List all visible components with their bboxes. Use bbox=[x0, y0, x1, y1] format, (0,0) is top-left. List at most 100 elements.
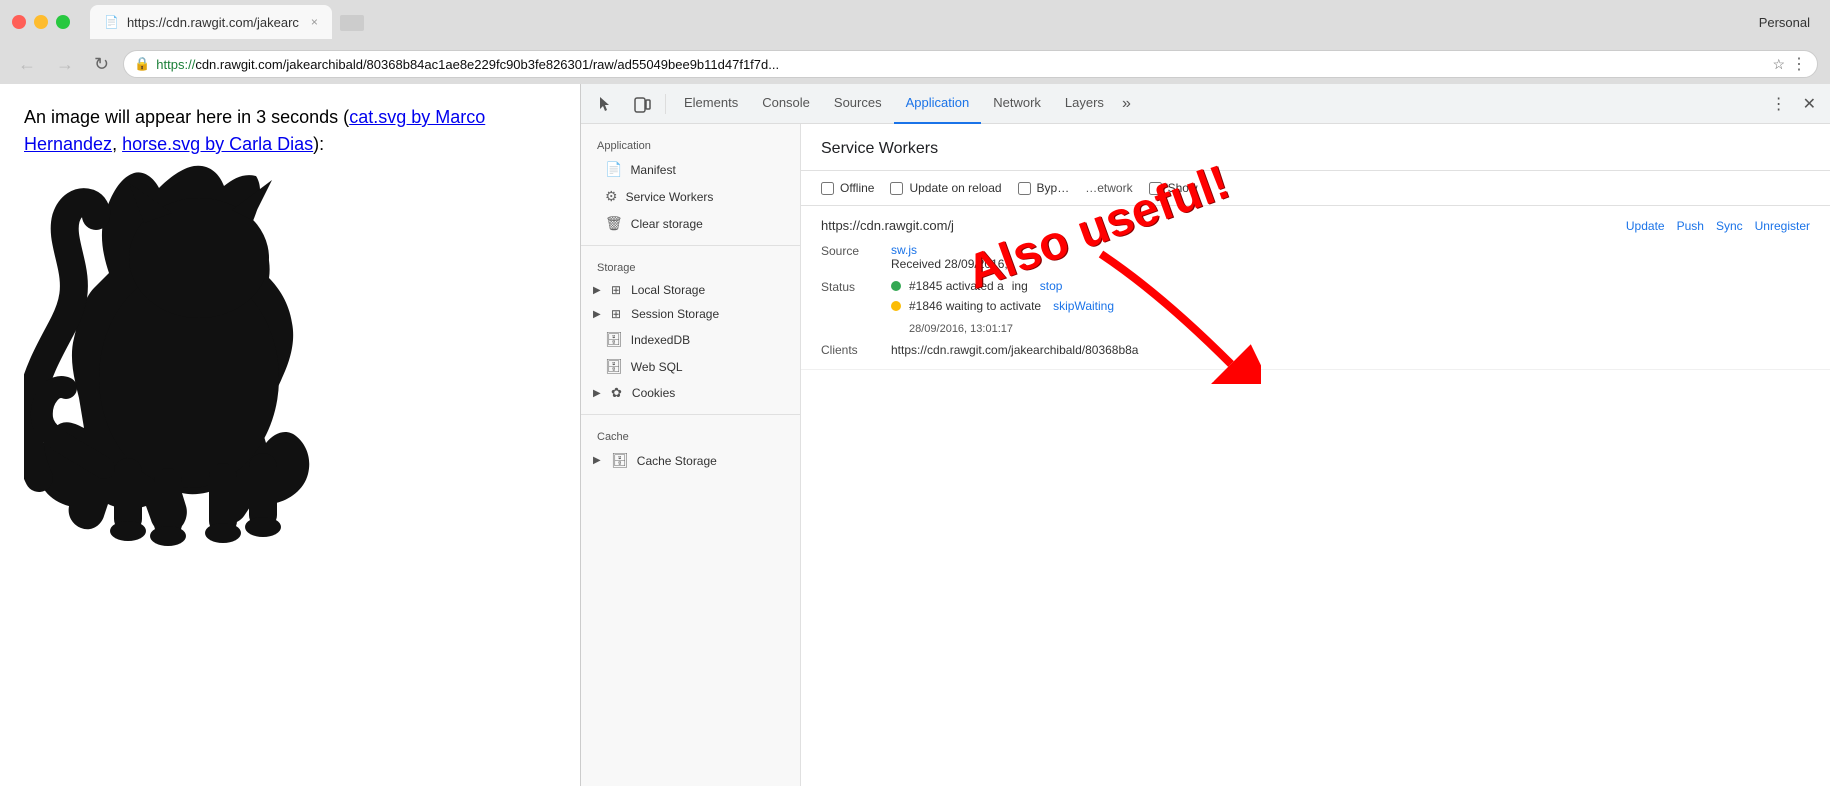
tab-elements[interactable]: Elements bbox=[672, 84, 750, 124]
devtools-sidebar: Application 📄 Manifest ⚙ Service Workers… bbox=[581, 124, 801, 786]
devtools-actions: ⋮ ✕ bbox=[1765, 90, 1822, 118]
service-workers-panel: Service Workers Offline Update on reload bbox=[801, 124, 1830, 786]
url-domain: cdn.rawgit.com/jakearchibald/80368b84ac1… bbox=[195, 57, 779, 72]
page-text-before: An image will appear here in 3 seconds ( bbox=[24, 107, 349, 127]
show-option[interactable]: Show bbox=[1149, 181, 1198, 195]
close-traffic-light[interactable] bbox=[12, 15, 26, 29]
sidebar-item-local-storage[interactable]: ▶ ⊞ Local Storage bbox=[581, 278, 800, 302]
status-suffix-1: ing bbox=[1012, 279, 1028, 293]
clients-value: https://cdn.rawgit.com/jakearchibald/803… bbox=[891, 343, 1138, 357]
manifest-icon: 📄 bbox=[605, 161, 622, 178]
url-https: https:// bbox=[156, 57, 195, 72]
update-on-reload-checkbox[interactable] bbox=[890, 182, 903, 195]
sidebar-item-cache-storage[interactable]: ▶ 🗄 Cache Storage bbox=[581, 447, 800, 474]
session-storage-label: Session Storage bbox=[631, 307, 719, 321]
new-tab-icon bbox=[338, 9, 366, 37]
sidebar-divider-1 bbox=[581, 245, 800, 246]
sw-options-row: Offline Update on reload Byp… …etwork bbox=[801, 171, 1830, 206]
session-storage-grid-icon: ⊞ bbox=[611, 307, 621, 321]
tab-label: https://cdn.rawgit.com/jakearc bbox=[127, 15, 299, 30]
status-text-1: #1845 activated a bbox=[909, 279, 1004, 293]
devtools-menu-button[interactable]: ⋮ bbox=[1765, 90, 1793, 118]
device-toolbar-button[interactable] bbox=[625, 89, 659, 119]
devtools-panel: Elements Console Sources Application Net… bbox=[580, 84, 1830, 786]
update-on-reload-option[interactable]: Update on reload bbox=[890, 181, 1001, 195]
sw-url-row: https://cdn.rawgit.com/j Update Push Syn… bbox=[821, 218, 1810, 233]
tab-sources[interactable]: Sources bbox=[822, 84, 894, 124]
tab-layers[interactable]: Layers bbox=[1053, 84, 1116, 124]
local-storage-arrow: ▶ bbox=[593, 285, 603, 296]
tab-favicon: 📄 bbox=[104, 15, 119, 29]
sidebar-item-clear-storage[interactable]: 🗑 Clear storage bbox=[581, 210, 800, 237]
text-after: ): bbox=[313, 134, 324, 154]
horse-svg-link[interactable]: horse.svg by Carla Dias bbox=[122, 134, 313, 154]
sw-entry: https://cdn.rawgit.com/j Update Push Syn… bbox=[801, 206, 1830, 370]
panel-title: Service Workers bbox=[801, 124, 1830, 171]
green-status-dot bbox=[891, 281, 901, 291]
sidebar-item-indexeddb[interactable]: 🗄 IndexedDB bbox=[581, 326, 800, 353]
sidebar-item-session-storage[interactable]: ▶ ⊞ Session Storage bbox=[581, 302, 800, 326]
unregister-link[interactable]: Unregister bbox=[1755, 219, 1810, 233]
sw-js-link[interactable]: sw.js bbox=[891, 243, 917, 257]
local-storage-grid-icon: ⊞ bbox=[611, 283, 621, 297]
application-section-header: Application bbox=[581, 132, 800, 156]
devtools-close-button[interactable]: ✕ bbox=[1797, 90, 1822, 118]
show-label: Show bbox=[1168, 181, 1198, 195]
source-value: sw.js Received 28/09/2016, bbox=[891, 243, 1810, 271]
tab-network[interactable]: Network bbox=[981, 84, 1053, 124]
title-bar: 📄 https://cdn.rawgit.com/jakearc × Perso… bbox=[0, 0, 1830, 44]
sidebar-item-manifest[interactable]: 📄 Manifest bbox=[581, 156, 800, 183]
toolbar-separator bbox=[665, 94, 666, 114]
push-link[interactable]: Push bbox=[1677, 219, 1704, 233]
tab-application[interactable]: Application bbox=[894, 84, 982, 124]
tab-close-button[interactable]: × bbox=[311, 15, 318, 29]
clear-storage-icon: 🗑 bbox=[605, 215, 623, 232]
cookies-icon: ✿ bbox=[611, 385, 622, 401]
sw-origin-url: https://cdn.rawgit.com/j bbox=[821, 218, 954, 233]
profile-label: Personal bbox=[1759, 15, 1818, 30]
cookies-label: Cookies bbox=[632, 386, 675, 400]
page-content: An image will appear here in 3 seconds (… bbox=[0, 84, 580, 786]
sidebar-item-service-workers[interactable]: ⚙ Service Workers bbox=[581, 183, 800, 210]
service-workers-icon: ⚙ bbox=[605, 188, 618, 205]
cookies-arrow: ▶ bbox=[593, 388, 603, 399]
offline-option[interactable]: Offline bbox=[821, 181, 874, 195]
new-tab-button[interactable] bbox=[336, 7, 368, 39]
cat-image bbox=[24, 158, 364, 548]
reload-button[interactable]: ↻ bbox=[88, 50, 115, 79]
inspect-element-button[interactable] bbox=[589, 89, 623, 119]
sync-link[interactable]: Sync bbox=[1716, 219, 1743, 233]
tab-console[interactable]: Console bbox=[750, 84, 822, 124]
bypass-for-network-checkbox[interactable] bbox=[1018, 182, 1031, 195]
skip-waiting-link[interactable]: skipWaiting bbox=[1053, 299, 1114, 313]
browser-tab[interactable]: 📄 https://cdn.rawgit.com/jakearc × bbox=[90, 5, 332, 39]
sidebar-item-cookies[interactable]: ▶ ✿ Cookies bbox=[581, 380, 800, 406]
status-text-2: #1846 waiting to activate bbox=[909, 299, 1041, 313]
secure-icon: 🔒 bbox=[134, 56, 150, 72]
show-checkbox[interactable] bbox=[1149, 182, 1162, 195]
update-link[interactable]: Update bbox=[1626, 219, 1665, 233]
maximize-traffic-light[interactable] bbox=[56, 15, 70, 29]
forward-button[interactable]: → bbox=[50, 50, 80, 79]
offline-checkbox[interactable] bbox=[821, 182, 834, 195]
cache-storage-icon: 🗄 bbox=[611, 452, 629, 469]
session-storage-arrow: ▶ bbox=[593, 309, 603, 320]
web-sql-label: Web SQL bbox=[631, 360, 683, 374]
stop-link[interactable]: stop bbox=[1040, 279, 1063, 293]
cat-svg bbox=[24, 158, 364, 548]
source-label: Source bbox=[821, 243, 891, 258]
url-bar-row: ← → ↻ 🔒 https://cdn.rawgit.com/jakearchi… bbox=[0, 44, 1830, 84]
update-on-reload-label: Update on reload bbox=[909, 181, 1001, 195]
url-bar[interactable]: 🔒 https://cdn.rawgit.com/jakearchibald/8… bbox=[123, 50, 1818, 78]
url-menu-icon[interactable]: ⋮ bbox=[1791, 54, 1807, 74]
back-button[interactable]: ← bbox=[12, 50, 42, 79]
status-date: 28/09/2016, 13:01:17 bbox=[909, 323, 1013, 335]
more-tabs-button[interactable]: » bbox=[1116, 87, 1137, 121]
bookmark-icon[interactable]: ☆ bbox=[1772, 56, 1785, 73]
status-label: Status bbox=[821, 279, 891, 294]
bypass-for-network-option[interactable]: Byp… bbox=[1018, 181, 1070, 195]
status-value: #1845 activated a ing stop #1846 waiting… bbox=[891, 279, 1810, 335]
web-sql-icon: 🗄 bbox=[605, 358, 623, 375]
minimize-traffic-light[interactable] bbox=[34, 15, 48, 29]
sidebar-item-web-sql[interactable]: 🗄 Web SQL bbox=[581, 353, 800, 380]
